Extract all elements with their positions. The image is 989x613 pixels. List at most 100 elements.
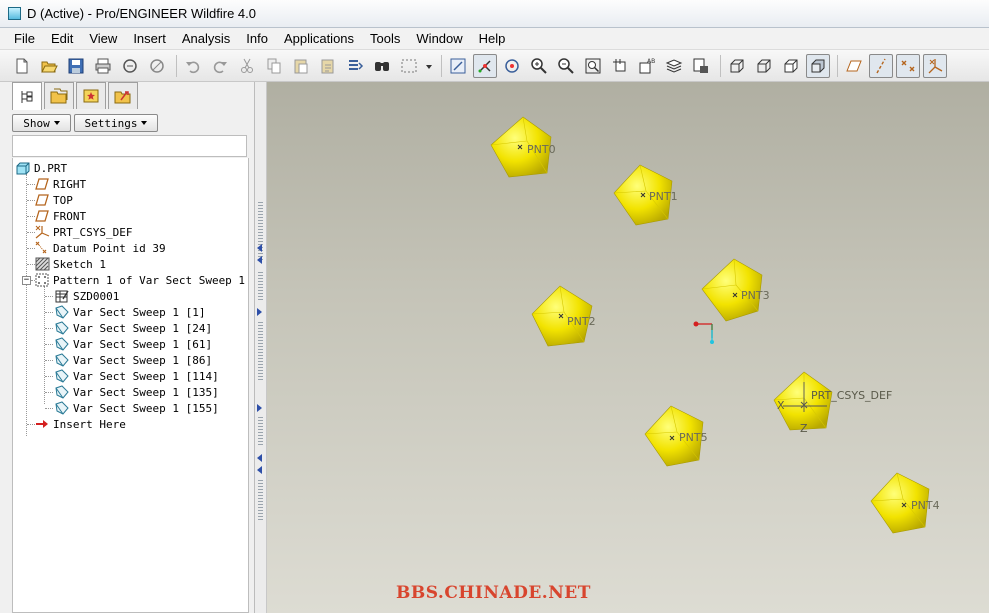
open-file-icon[interactable] (37, 54, 61, 78)
connections-tab[interactable] (108, 82, 138, 109)
menu-edit[interactable]: Edit (43, 28, 81, 50)
navigator-sash[interactable] (255, 82, 267, 613)
menu-file[interactable]: File (6, 28, 43, 50)
datum-axes-icon[interactable] (869, 53, 893, 78)
tree-item-sweep[interactable]: Var Sect Sweep 1 [86] (54, 352, 212, 368)
sweep-icon (54, 337, 70, 351)
orient-mode-icon[interactable] (500, 54, 524, 78)
tree-item-sketch[interactable]: Sketch 1 (34, 256, 106, 272)
toolbar-separator (720, 54, 721, 77)
main-toolbar: AB (0, 50, 989, 82)
toolbar-separator (176, 54, 177, 77)
zoom-in-icon[interactable] (527, 54, 551, 78)
tree-item-datum-point[interactable]: Datum Point id 39 (34, 240, 166, 256)
hidden-line-icon[interactable] (752, 54, 776, 78)
show-button-label: Show (23, 116, 50, 130)
undo-icon[interactable] (181, 54, 205, 78)
refit-icon[interactable] (581, 54, 605, 78)
send-mail-icon[interactable] (118, 54, 142, 78)
tree-item-sweep[interactable]: Var Sect Sweep 1 [135] (54, 384, 219, 400)
collapse-pattern-toggle[interactable]: − (22, 276, 31, 285)
folder-browser-tab[interactable] (44, 82, 74, 109)
part-icon (15, 161, 31, 175)
tree-item-label: Var Sect Sweep 1 [135] (73, 385, 219, 399)
no-hidden-icon[interactable] (779, 54, 803, 78)
spin-center-marker (693, 321, 714, 344)
view-manager-icon[interactable] (689, 54, 713, 78)
menu-window[interactable]: Window (408, 28, 470, 50)
tree-item-label: Var Sect Sweep 1 [86] (73, 353, 213, 367)
tree-item-top[interactable]: TOP (34, 192, 73, 208)
redraw-icon[interactable] (446, 54, 470, 78)
print-icon[interactable] (91, 54, 115, 78)
datum-point-icon (34, 241, 50, 255)
datum-planes-icon[interactable] (842, 54, 866, 78)
tree-item-csys[interactable]: PRT_CSYS_DEF (34, 224, 132, 240)
tree-item-sweep[interactable]: Var Sect Sweep 1 [61] (54, 336, 212, 352)
cut-icon[interactable] (235, 54, 259, 78)
collapse-left-icon[interactable] (257, 244, 262, 252)
zoom-out-icon[interactable] (554, 54, 578, 78)
tree-item-pattern[interactable]: Pattern 1 of Var Sect Sweep 1 (34, 272, 245, 288)
tree-item-label: Var Sect Sweep 1 [24] (73, 321, 213, 335)
wireframe-icon[interactable] (725, 54, 749, 78)
selection-box-icon[interactable] (397, 54, 421, 78)
find-icon[interactable] (370, 54, 394, 78)
menu-analysis[interactable]: Analysis (174, 28, 238, 50)
menu-insert[interactable]: Insert (125, 28, 174, 50)
redo-icon[interactable] (208, 54, 232, 78)
tree-item-pattern-table[interactable]: SZD0001 (54, 288, 119, 304)
tree-connector (45, 408, 53, 409)
tree-item-part[interactable]: D.PRT (15, 160, 67, 176)
selection-dropdown-icon[interactable] (424, 54, 434, 78)
tree-item-sweep[interactable]: Var Sect Sweep 1 [1] (54, 304, 205, 320)
new-file-icon[interactable] (10, 54, 34, 78)
model-tree-tab[interactable] (12, 82, 42, 110)
collapse-left-icon[interactable] (257, 466, 262, 474)
tree-item-right[interactable]: RIGHT (34, 176, 86, 192)
expand-right-icon[interactable] (257, 308, 262, 316)
tree-item-front[interactable]: FRONT (34, 208, 86, 224)
sweep-icon (54, 385, 70, 399)
show-button[interactable]: Show (12, 114, 71, 132)
menu-tools[interactable]: Tools (362, 28, 408, 50)
sash-grip (258, 202, 263, 262)
tree-item-sweep[interactable]: Var Sect Sweep 1 [24] (54, 320, 212, 336)
reorient-icon[interactable] (608, 54, 632, 78)
sketch-icon (34, 257, 50, 271)
tree-item-sweep[interactable]: Var Sect Sweep 1 [155] (54, 400, 219, 416)
navigator-tabs (12, 82, 140, 110)
settings-button[interactable]: Settings (74, 114, 158, 132)
tree-connector (45, 344, 53, 345)
sweep-icon (54, 305, 70, 319)
shading-icon[interactable] (806, 53, 830, 78)
datum-points-icon[interactable] (896, 53, 920, 78)
saved-views-icon[interactable]: AB (635, 54, 659, 78)
menu-help[interactable]: Help (471, 28, 514, 50)
tree-connector (26, 174, 27, 436)
sweep-icon (54, 369, 70, 383)
send-mail-attach-icon[interactable] (145, 54, 169, 78)
csys-icon[interactable] (923, 53, 947, 78)
expand-right-icon[interactable] (257, 404, 262, 412)
graphics-window[interactable]: PNT0 PNT1 PNT2 PNT3 PNT5 PNT4 PRT_CSYS_D… (267, 82, 989, 613)
menu-view[interactable]: View (81, 28, 125, 50)
favorites-tab[interactable] (76, 82, 106, 109)
coordinate-system-icon (34, 225, 50, 239)
layers-icon[interactable] (662, 54, 686, 78)
tree-item-label: Datum Point id 39 (53, 241, 166, 255)
paste-icon[interactable] (289, 54, 313, 78)
menu-info[interactable]: Info (238, 28, 276, 50)
collapse-left-icon[interactable] (257, 256, 262, 264)
tree-item-insert-here[interactable]: Insert Here (34, 416, 126, 432)
toolbar-separator (837, 54, 838, 77)
regenerate-icon[interactable] (343, 54, 367, 78)
menu-applications[interactable]: Applications (276, 28, 362, 50)
spin-center-icon[interactable] (473, 53, 497, 78)
copy-icon[interactable] (262, 54, 286, 78)
app-icon (8, 7, 21, 20)
collapse-left-icon[interactable] (257, 454, 262, 462)
tree-item-sweep[interactable]: Var Sect Sweep 1 [114] (54, 368, 219, 384)
paste-special-icon[interactable] (316, 54, 340, 78)
save-icon[interactable] (64, 54, 88, 78)
